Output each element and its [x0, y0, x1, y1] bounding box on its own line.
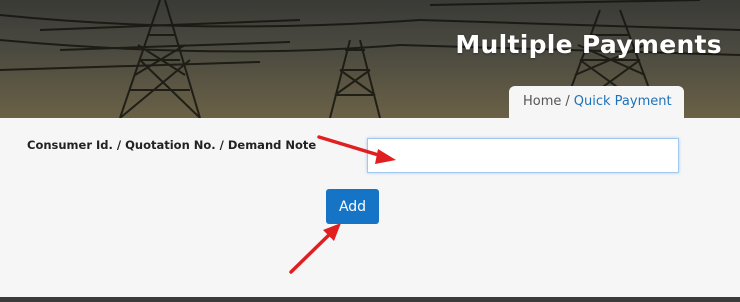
breadcrumb-home-link[interactable]: Home: [523, 94, 561, 109]
breadcrumb-current[interactable]: Quick Payment: [574, 94, 672, 109]
breadcrumb: Home / Quick Payment: [509, 86, 684, 118]
header-banner: Multiple Payments Home / Quick Payment: [0, 0, 740, 118]
consumer-id-label: Consumer Id. / Quotation No. / Demand No…: [27, 138, 317, 152]
footer-bar: [0, 297, 740, 302]
add-button[interactable]: Add: [326, 189, 379, 224]
page-title: Multiple Payments: [455, 30, 722, 59]
consumer-id-input[interactable]: [367, 138, 679, 173]
breadcrumb-separator: /: [565, 94, 570, 109]
